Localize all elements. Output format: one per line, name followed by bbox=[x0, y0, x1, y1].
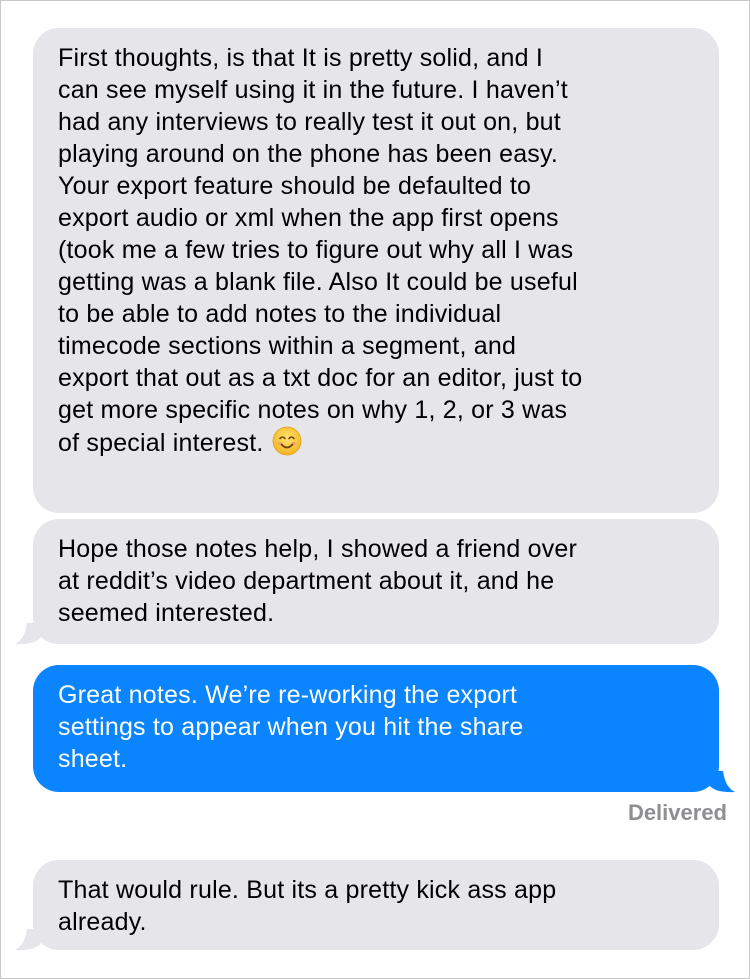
outgoing-message-bubble[interactable]: Great notes. We’re re-working the export… bbox=[33, 665, 719, 792]
message-last-line: of special interest. bbox=[58, 426, 695, 464]
incoming-bubble-tail-icon bbox=[15, 929, 41, 951]
message-line: (took me a few tries to figure out why a… bbox=[58, 236, 574, 264]
incoming-bubble-tail-icon bbox=[15, 623, 41, 645]
message-line: Hope those notes help, I showed a friend… bbox=[58, 535, 578, 563]
message-line: at reddit’s video department about it, a… bbox=[58, 567, 555, 595]
incoming-message-bubble[interactable]: First thoughts, is that It is pretty sol… bbox=[33, 28, 719, 513]
message-line: First thoughts, is that It is pretty sol… bbox=[58, 44, 544, 72]
message-line: playing around on the phone has been eas… bbox=[58, 140, 558, 168]
message-line: Great notes. We’re re-working the export bbox=[58, 681, 518, 709]
message-line: get more specific notes on why 1, 2, or … bbox=[58, 396, 568, 424]
incoming-message-bubble[interactable]: Hope those notes help, I showed a friend… bbox=[33, 519, 719, 644]
message-line: seemed interested. bbox=[58, 599, 275, 627]
outgoing-bubble-tail-icon bbox=[709, 771, 735, 793]
delivered-status: Delivered bbox=[627, 800, 727, 825]
message-line: to be able to add notes to the individua… bbox=[58, 300, 502, 328]
message-line: sheet. bbox=[58, 745, 128, 773]
smiling-face-emoji-icon bbox=[272, 426, 302, 464]
message-line: export that out as a txt doc for an edit… bbox=[58, 364, 583, 392]
message-line: timecode sections within a segment, and bbox=[58, 332, 517, 360]
message-line: can see myself using it in the future. I… bbox=[58, 76, 568, 104]
message-line: export audio or xml when the app first o… bbox=[58, 204, 559, 232]
message-thread: First thoughts, is that It is pretty sol… bbox=[0, 0, 750, 979]
message-line: already. bbox=[58, 908, 147, 936]
message-line: That would rule. But its a pretty kick a… bbox=[58, 876, 557, 904]
message-line: of special interest. bbox=[58, 429, 264, 457]
incoming-message-bubble[interactable]: That would rule. But its a pretty kick a… bbox=[33, 860, 719, 950]
message-line: had any interviews to really test it out… bbox=[58, 108, 561, 136]
message-line: Your export feature should be defaulted … bbox=[58, 172, 532, 200]
message-line: getting was a blank file. Also It could … bbox=[58, 268, 578, 296]
message-line: settings to appear when you hit the shar… bbox=[58, 713, 524, 741]
